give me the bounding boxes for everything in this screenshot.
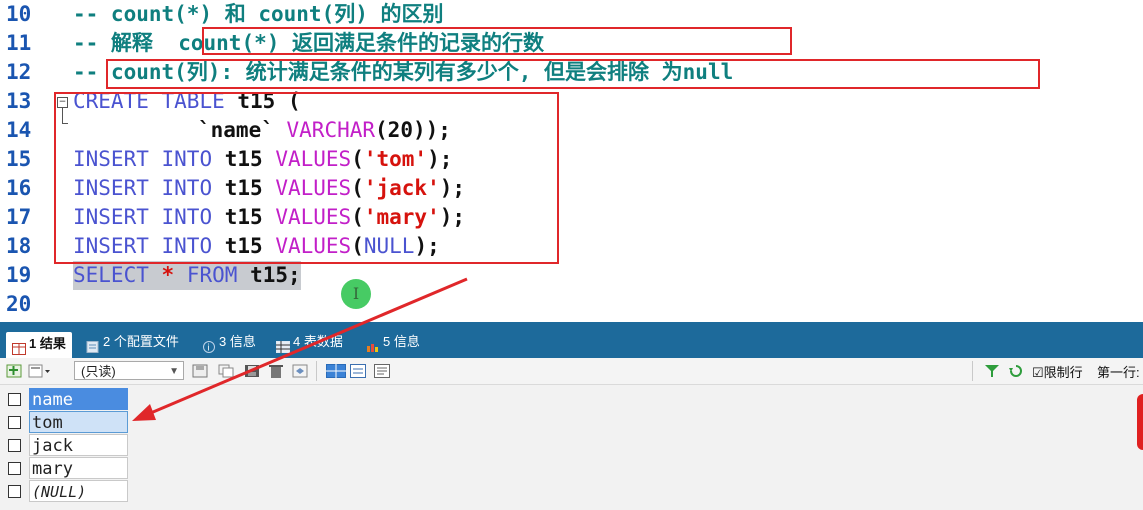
annotation-arrow	[132, 277, 468, 421]
side-panel-tab[interactable]	[1137, 394, 1143, 450]
